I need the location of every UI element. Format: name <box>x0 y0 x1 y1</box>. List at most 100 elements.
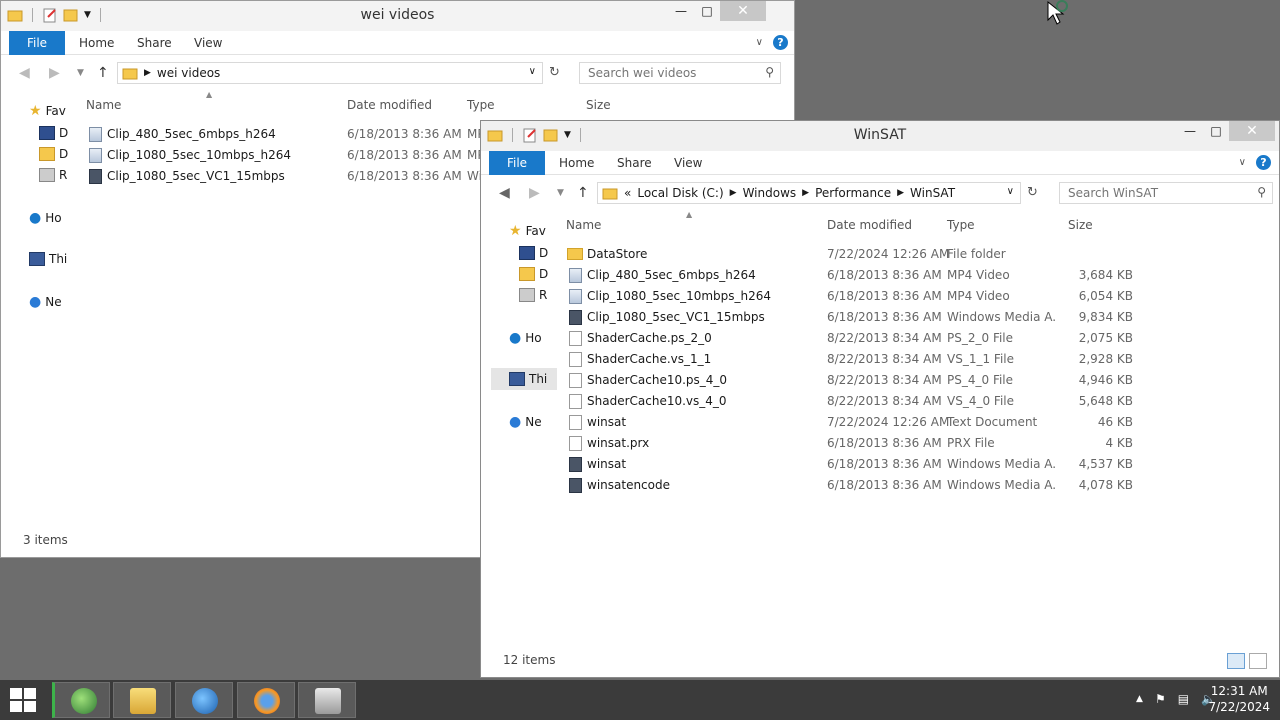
window-winsat[interactable]: ▼ WinSAT — □ ✕ File Home Share View ∨ ? … <box>480 120 1280 678</box>
expand-ribbon-icon[interactable]: ∨ <box>1239 157 1246 168</box>
column-header-name[interactable]: Name <box>86 98 121 112</box>
homegroup-icon: ● <box>509 330 522 346</box>
taskbar-file-explorer-icon[interactable] <box>113 682 171 718</box>
search-input[interactable] <box>588 66 738 80</box>
refresh-icon[interactable]: ↻ <box>549 65 560 80</box>
table-row[interactable]: Clip_1080_5sec_10mbps_h264 6/18/2013 8:3… <box>566 286 1166 307</box>
column-header-date[interactable]: Date modified <box>827 218 912 232</box>
maximize-button[interactable]: □ <box>694 1 720 21</box>
nav-desktop[interactable]: D <box>519 246 548 260</box>
title-bar[interactable]: ▼ WinSAT — □ ✕ <box>481 121 1279 151</box>
table-row[interactable]: ShaderCache.vs_1_1 8/22/2013 8:34 AM VS_… <box>566 349 1166 370</box>
maximize-button[interactable]: □ <box>1203 121 1229 141</box>
taskbar-firefox-icon[interactable] <box>237 682 295 718</box>
nav-homegroup[interactable]: ● Ho <box>509 330 542 346</box>
start-button[interactable] <box>8 687 36 713</box>
refresh-icon[interactable]: ↻ <box>1027 185 1038 200</box>
table-row[interactable]: Clip_1080_5sec_VC1_15mbps 6/18/2013 8:36… <box>566 307 1166 328</box>
up-icon[interactable]: ↑ <box>577 185 589 201</box>
nav-network[interactable]: ● Ne <box>509 414 542 430</box>
column-header-type[interactable]: Type <box>947 218 975 232</box>
clock[interactable]: 12:31 AM 7/22/2024 <box>1208 683 1270 715</box>
close-button[interactable]: ✕ <box>720 1 766 21</box>
tab-file[interactable]: File <box>9 31 65 55</box>
file-type: Windows Media A... <box>947 310 1057 324</box>
address-bar[interactable]: « Local Disk (C:) ▶ Windows ▶ Performanc… <box>597 182 1021 204</box>
help-icon[interactable]: ? <box>1256 155 1271 170</box>
tab-view[interactable]: View <box>674 151 702 175</box>
breadcrumb-separator[interactable]: ▶ <box>802 186 809 200</box>
search-box[interactable]: ⚲ <box>1059 182 1273 204</box>
taskbar-app-icon[interactable] <box>298 682 356 718</box>
search-box[interactable]: ⚲ <box>579 62 781 84</box>
table-row[interactable]: winsat 6/18/2013 8:36 AM Windows Media A… <box>566 454 1166 475</box>
forward-icon[interactable]: ▶ <box>49 65 60 81</box>
column-header-size[interactable]: Size <box>586 98 611 112</box>
folder-icon <box>602 188 618 200</box>
breadcrumb-item[interactable]: Windows <box>743 186 797 200</box>
large-icons-view-icon[interactable] <box>1249 653 1267 669</box>
address-bar[interactable]: ▶ wei videos ∨ <box>117 62 543 84</box>
folder-icon <box>122 68 138 80</box>
column-header-name[interactable]: Name <box>566 218 601 232</box>
expand-ribbon-icon[interactable]: ∨ <box>756 37 763 48</box>
nav-network[interactable]: ● Ne <box>29 294 62 310</box>
nav-desktop[interactable]: D <box>39 126 68 140</box>
back-icon[interactable]: ◀ <box>19 65 30 81</box>
nav-recent[interactable]: R <box>39 168 67 182</box>
search-input[interactable] <box>1068 186 1218 200</box>
breadcrumb-item[interactable]: Performance <box>815 186 891 200</box>
nav-downloads[interactable]: D <box>519 267 548 281</box>
address-dropdown-icon[interactable]: ∨ <box>1007 186 1014 197</box>
nav-recent[interactable]: R <box>519 288 547 302</box>
breadcrumb-item[interactable]: Local Disk (C:) <box>637 186 723 200</box>
recent-locations-icon[interactable]: ▼ <box>557 188 564 198</box>
close-button[interactable]: ✕ <box>1229 121 1275 141</box>
up-icon[interactable]: ↑ <box>97 65 109 81</box>
help-icon[interactable]: ? <box>773 35 788 50</box>
tab-view[interactable]: View <box>194 31 222 55</box>
table-row[interactable]: winsatencode 6/18/2013 8:36 AM Windows M… <box>566 475 1166 496</box>
network-status-icon[interactable]: ▤ <box>1178 692 1189 706</box>
breadcrumb: « Local Disk (C:) ▶ Windows ▶ Performanc… <box>624 186 955 200</box>
nav-downloads[interactable]: D <box>39 147 68 161</box>
title-bar[interactable]: ▼ wei videos — □ ✕ <box>1 1 794 31</box>
details-view-icon[interactable] <box>1227 653 1245 669</box>
table-row[interactable]: ShaderCache10.ps_4_0 8/22/2013 8:34 AM P… <box>566 370 1166 391</box>
nav-homegroup[interactable]: ● Ho <box>29 210 62 226</box>
tab-share[interactable]: Share <box>617 151 652 175</box>
action-center-flag-icon[interactable]: ⚑ <box>1155 692 1166 706</box>
column-header-date[interactable]: Date modified <box>347 98 432 112</box>
breadcrumb-overflow[interactable]: « <box>624 186 631 200</box>
breadcrumb-item[interactable]: wei videos <box>157 66 220 80</box>
taskbar-network-icon[interactable] <box>175 682 233 718</box>
taskbar-ie-icon[interactable] <box>52 682 110 718</box>
table-row[interactable]: DataStore 7/22/2024 12:26 AM File folder <box>566 244 1166 265</box>
nav-favorites[interactable]: ★ Fav <box>509 223 546 239</box>
table-row[interactable]: ShaderCache10.vs_4_0 8/22/2013 8:34 AM V… <box>566 391 1166 412</box>
table-row[interactable]: winsat 7/22/2024 12:26 AM Text Document … <box>566 412 1166 433</box>
tab-file[interactable]: File <box>489 151 545 175</box>
column-header-size[interactable]: Size <box>1068 218 1093 232</box>
tab-home[interactable]: Home <box>559 151 594 175</box>
recent-locations-icon[interactable]: ▼ <box>77 68 84 78</box>
forward-icon[interactable]: ▶ <box>529 185 540 201</box>
nav-this-pc[interactable]: Thi <box>491 368 557 390</box>
minimize-button[interactable]: — <box>668 1 694 21</box>
breadcrumb-separator[interactable]: ▶ <box>730 186 737 200</box>
breadcrumb-item[interactable]: WinSAT <box>910 186 955 200</box>
table-row[interactable]: Clip_480_5sec_6mbps_h264 6/18/2013 8:36 … <box>566 265 1166 286</box>
address-dropdown-icon[interactable]: ∨ <box>529 66 536 77</box>
show-hidden-icons-icon[interactable]: ▲ <box>1136 692 1143 706</box>
minimize-button[interactable]: — <box>1177 121 1203 141</box>
column-header-type[interactable]: Type <box>467 98 495 112</box>
file-date: 6/18/2013 8:36 AM <box>827 289 942 303</box>
table-row[interactable]: winsat.prx 6/18/2013 8:36 AM PRX File 4 … <box>566 433 1166 454</box>
tab-share[interactable]: Share <box>137 31 172 55</box>
breadcrumb-separator[interactable]: ▶ <box>897 186 904 200</box>
tab-home[interactable]: Home <box>79 31 114 55</box>
table-row[interactable]: ShaderCache.ps_2_0 8/22/2013 8:34 AM PS_… <box>566 328 1166 349</box>
nav-this-pc[interactable]: Thi <box>29 252 67 266</box>
back-icon[interactable]: ◀ <box>499 185 510 201</box>
nav-favorites[interactable]: ★ Fav <box>29 103 66 119</box>
